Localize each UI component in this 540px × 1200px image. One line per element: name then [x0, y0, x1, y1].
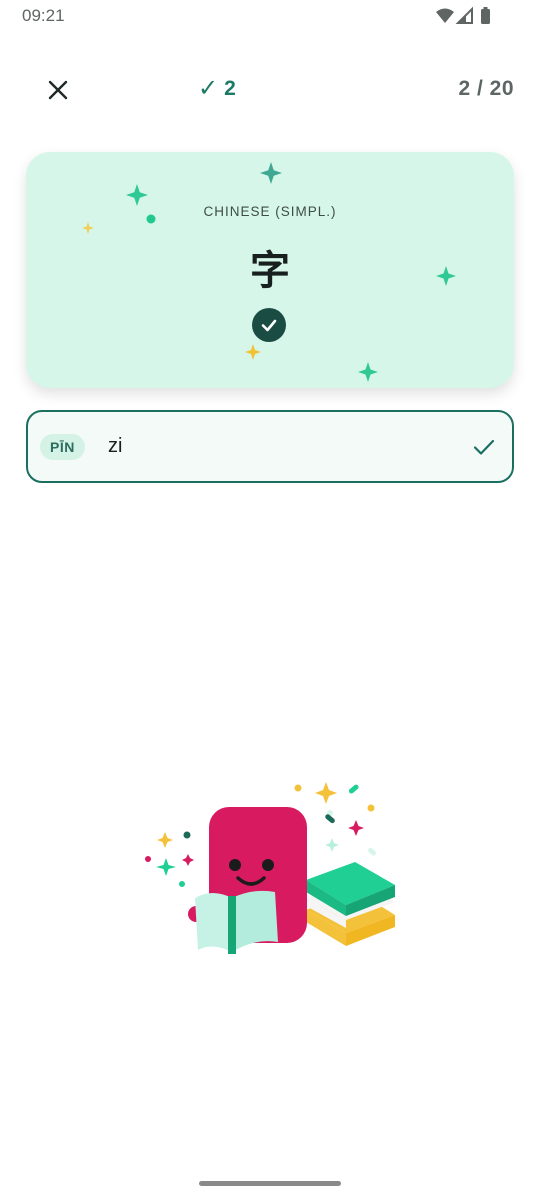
wifi-icon [436, 8, 454, 23]
card-language-label: CHINESE (SIMPL.) [203, 204, 337, 219]
status-time: 09:21 [22, 6, 65, 25]
top-bar: ✓ 2 2 / 20 [0, 60, 540, 120]
pinyin-badge: PĪN [40, 434, 85, 460]
streak-count: 2 [224, 77, 236, 100]
sparkle-icon [126, 184, 148, 206]
progress-counter: 2 / 20 [458, 77, 514, 100]
streak-check-icon: ✓ [198, 75, 219, 102]
sparkle-icon [245, 344, 261, 360]
answer-input[interactable] [106, 434, 450, 459]
streak-counter: ✓ 2 [198, 77, 236, 101]
battery-icon [481, 7, 490, 24]
sparkle-icon [260, 162, 282, 184]
status-bar: 09:21 [0, 0, 540, 32]
card-character: 字 [250, 248, 290, 294]
flashcard[interactable]: CHINESE (SIMPL.) 字 [26, 152, 514, 388]
mascot-illustration [140, 770, 410, 970]
home-indicator[interactable] [199, 1181, 341, 1186]
check-circle-icon [252, 308, 286, 342]
close-icon [48, 80, 68, 100]
sparkle-icon [82, 222, 94, 234]
close-button[interactable] [36, 68, 80, 112]
sparkle-icon [358, 362, 378, 382]
signal-icon [455, 6, 473, 24]
answer-field[interactable]: PĪN [26, 410, 514, 483]
status-icons [434, 6, 504, 31]
check-icon [473, 439, 495, 455]
